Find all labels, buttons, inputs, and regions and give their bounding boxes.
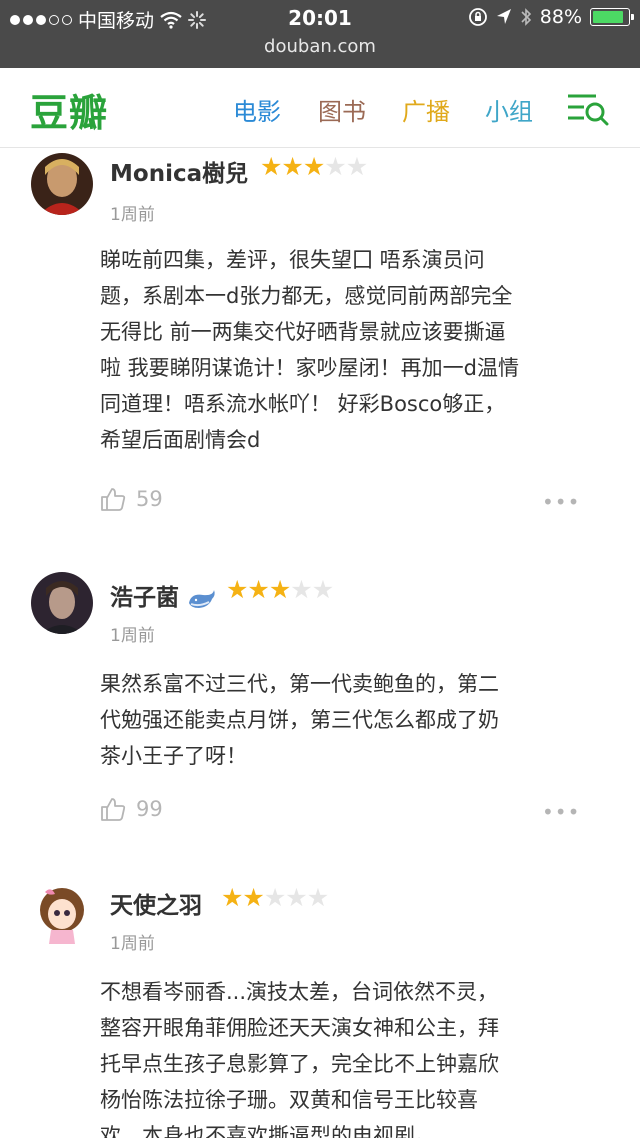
url-bar[interactable]: douban.com <box>0 36 640 57</box>
star-empty-icon: ★ <box>290 575 312 604</box>
star-filled-icon: ★ <box>221 883 243 912</box>
bluetooth-icon <box>521 8 531 26</box>
username[interactable]: 天使之羽 <box>110 886 202 920</box>
location-icon <box>496 9 511 24</box>
site-nav: 豆瓣 电影 图书 广播 小组 <box>0 68 640 148</box>
avatar[interactable] <box>31 153 93 215</box>
comment-text: 不想看岑丽香...演技太差，台词依然不灵， 整容开眼角菲佣脸还天天演女神和公主，… <box>100 980 499 1138</box>
star-filled-icon: ★ <box>242 883 264 912</box>
whale-icon <box>189 589 215 608</box>
more-options-button[interactable]: ••• <box>542 800 580 824</box>
star-filled-icon: ★ <box>281 152 303 181</box>
star-empty-icon: ★ <box>306 883 329 912</box>
thumbs-up-icon <box>101 798 126 821</box>
avatar[interactable] <box>31 572 93 634</box>
comment-text: 睇咗前四集，差评，很失望囗 唔系演员问 题，系剧本一d张力都无，感觉同前两部完全… <box>100 248 520 452</box>
more-options-button[interactable]: ••• <box>542 490 580 514</box>
username[interactable]: 浩子菌 <box>110 578 217 612</box>
rating-stars: ★★★★★ <box>260 152 368 181</box>
nav-link-group[interactable]: 小组 <box>485 92 533 127</box>
thumbs-up-icon <box>101 488 126 511</box>
nav-link-broadcast[interactable]: 广播 <box>402 92 450 127</box>
comment-time: 1周前 <box>110 934 155 954</box>
star-empty-icon: ★ <box>324 152 346 181</box>
star-filled-icon: ★ <box>260 152 282 181</box>
star-filled-icon: ★ <box>226 575 248 604</box>
like-button[interactable]: 99 <box>100 796 163 822</box>
star-filled-icon: ★ <box>268 575 291 604</box>
battery-icon <box>590 8 634 26</box>
like-button[interactable]: 59 <box>100 486 163 512</box>
nav-link-book[interactable]: 图书 <box>318 92 366 127</box>
star-empty-icon: ★ <box>285 883 307 912</box>
star-filled-icon: ★ <box>302 152 325 181</box>
status-bar: 中国移动 20:01 88% douban.com <box>0 0 640 68</box>
comment-text: 果然系富不过三代，第一代卖鲍鱼的，第二 代勉强还能卖点月饼，第三代怎么都成了奶 … <box>100 672 499 768</box>
douban-logo[interactable]: 豆瓣 <box>30 82 108 137</box>
star-empty-icon: ★ <box>345 152 368 181</box>
username[interactable]: Monica樹兒 <box>110 154 248 188</box>
star-empty-icon: ★ <box>263 883 286 912</box>
like-count: 99 <box>136 797 163 821</box>
like-count: 59 <box>136 487 163 511</box>
rating-stars: ★★★★★ <box>226 575 334 604</box>
battery-percent: 88% <box>539 6 582 28</box>
star-empty-icon: ★ <box>311 575 334 604</box>
nav-link-movie[interactable]: 电影 <box>233 92 281 127</box>
comment-time: 1周前 <box>110 626 155 646</box>
comment-time: 1周前 <box>110 205 155 225</box>
rating-stars: ★★★★★ <box>221 883 329 912</box>
menu-search-icon[interactable] <box>566 92 610 126</box>
avatar[interactable] <box>31 882 93 944</box>
rotation-lock-icon <box>468 8 487 26</box>
star-filled-icon: ★ <box>247 575 269 604</box>
